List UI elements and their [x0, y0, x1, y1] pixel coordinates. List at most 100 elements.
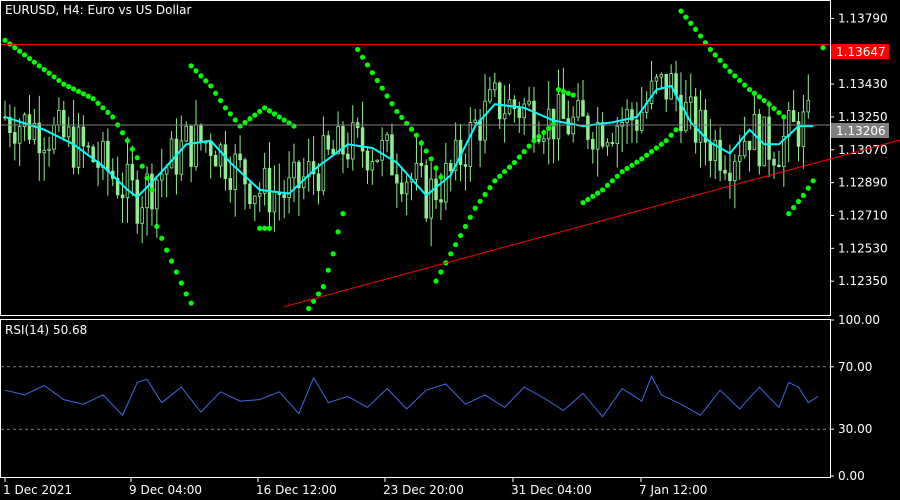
- candlestick[interactable]: [365, 146, 370, 185]
- candlestick[interactable]: [62, 100, 66, 142]
- candlestick[interactable]: [581, 79, 585, 117]
- candlestick-series[interactable]: [3, 60, 811, 247]
- candlestick[interactable]: [135, 170, 139, 234]
- candlestick[interactable]: [150, 163, 154, 226]
- candlestick[interactable]: [669, 64, 673, 100]
- candlestick[interactable]: [199, 123, 203, 151]
- candlestick[interactable]: [693, 88, 698, 154]
- candlestick[interactable]: [311, 135, 316, 195]
- candlestick[interactable]: [595, 107, 600, 177]
- candlestick[interactable]: [130, 145, 135, 197]
- candlestick[interactable]: [380, 127, 384, 177]
- candlestick[interactable]: [468, 107, 473, 182]
- candlestick[interactable]: [576, 83, 580, 122]
- candlestick[interactable]: [267, 142, 272, 232]
- candlestick[interactable]: [115, 156, 120, 199]
- candlestick[interactable]: [551, 108, 556, 164]
- candlestick[interactable]: [106, 128, 110, 196]
- candlestick[interactable]: [306, 138, 311, 192]
- candlestick[interactable]: [282, 180, 286, 219]
- candlestick[interactable]: [86, 142, 91, 154]
- candlestick[interactable]: [698, 90, 703, 168]
- candlestick[interactable]: [336, 111, 340, 155]
- candlestick[interactable]: [488, 76, 492, 104]
- candlestick[interactable]: [8, 104, 12, 148]
- candlestick[interactable]: [786, 101, 791, 163]
- candlestick[interactable]: [57, 97, 61, 132]
- candlestick[interactable]: [233, 144, 237, 217]
- candlestick[interactable]: [164, 164, 169, 198]
- candlestick[interactable]: [659, 72, 664, 89]
- candlestick[interactable]: [42, 137, 46, 181]
- candlestick[interactable]: [385, 131, 389, 153]
- candlestick[interactable]: [272, 165, 277, 232]
- candlestick[interactable]: [355, 117, 360, 138]
- candlestick[interactable]: [346, 132, 350, 168]
- candlestick[interactable]: [101, 131, 105, 181]
- candlestick[interactable]: [22, 112, 27, 142]
- candlestick[interactable]: [463, 153, 468, 191]
- candlestick[interactable]: [801, 94, 806, 169]
- candlestick[interactable]: [556, 69, 561, 161]
- candlestick[interactable]: [522, 97, 526, 135]
- candlestick[interactable]: [591, 131, 595, 164]
- candlestick[interactable]: [390, 123, 394, 176]
- candlestick[interactable]: [351, 105, 355, 171]
- candlestick[interactable]: [326, 130, 331, 156]
- candlestick[interactable]: [635, 102, 639, 143]
- candlestick[interactable]: [610, 132, 615, 147]
- candlestick[interactable]: [502, 85, 507, 143]
- candlestick[interactable]: [439, 172, 443, 221]
- candlestick[interactable]: [453, 122, 458, 181]
- candlestick[interactable]: [71, 99, 76, 175]
- candlestick[interactable]: [13, 106, 17, 161]
- candlestick[interactable]: [248, 181, 252, 210]
- candlestick[interactable]: [782, 115, 786, 187]
- candlestick[interactable]: [140, 196, 144, 244]
- candlestick[interactable]: [625, 99, 629, 145]
- candlestick[interactable]: [400, 167, 404, 202]
- candlestick[interactable]: [27, 95, 32, 145]
- candlestick[interactable]: [674, 60, 678, 112]
- candlestick[interactable]: [189, 125, 193, 183]
- candlestick[interactable]: [223, 130, 228, 191]
- candlestick[interactable]: [370, 149, 375, 185]
- candlestick[interactable]: [493, 72, 497, 97]
- candlestick[interactable]: [429, 161, 433, 247]
- candlestick[interactable]: [586, 112, 590, 149]
- candlestick[interactable]: [47, 136, 51, 167]
- candlestick[interactable]: [360, 101, 365, 168]
- candlestick[interactable]: [76, 113, 81, 175]
- candlestick[interactable]: [424, 159, 428, 222]
- candlestick[interactable]: [331, 140, 335, 155]
- candlestick[interactable]: [81, 115, 86, 169]
- candlestick[interactable]: [253, 195, 257, 222]
- candlestick[interactable]: [620, 107, 624, 153]
- candlestick[interactable]: [762, 116, 766, 167]
- candlestick[interactable]: [297, 159, 301, 217]
- candlestick[interactable]: [507, 83, 512, 116]
- candlestick[interactable]: [733, 154, 737, 209]
- candlestick[interactable]: [238, 135, 242, 168]
- candlestick[interactable]: [630, 102, 634, 143]
- candlestick[interactable]: [194, 100, 198, 171]
- candlestick[interactable]: [262, 152, 267, 206]
- candlestick[interactable]: [806, 74, 811, 119]
- candlestick[interactable]: [796, 112, 801, 162]
- candlestick[interactable]: [600, 112, 605, 149]
- candlestick[interactable]: [444, 142, 448, 211]
- candlestick[interactable]: [218, 142, 223, 178]
- candlestick[interactable]: [257, 182, 262, 212]
- candlestick[interactable]: [512, 95, 517, 123]
- candlestick[interactable]: [316, 163, 321, 205]
- candlestick[interactable]: [321, 116, 326, 196]
- candlestick[interactable]: [752, 95, 757, 151]
- candlestick[interactable]: [777, 150, 781, 168]
- candlestick[interactable]: [120, 172, 125, 223]
- candlestick[interactable]: [473, 108, 477, 126]
- candlestick[interactable]: [478, 109, 482, 168]
- candlestick[interactable]: [546, 81, 551, 165]
- candlestick[interactable]: [713, 130, 717, 179]
- candlestick[interactable]: [527, 86, 531, 107]
- candlestick[interactable]: [747, 140, 752, 172]
